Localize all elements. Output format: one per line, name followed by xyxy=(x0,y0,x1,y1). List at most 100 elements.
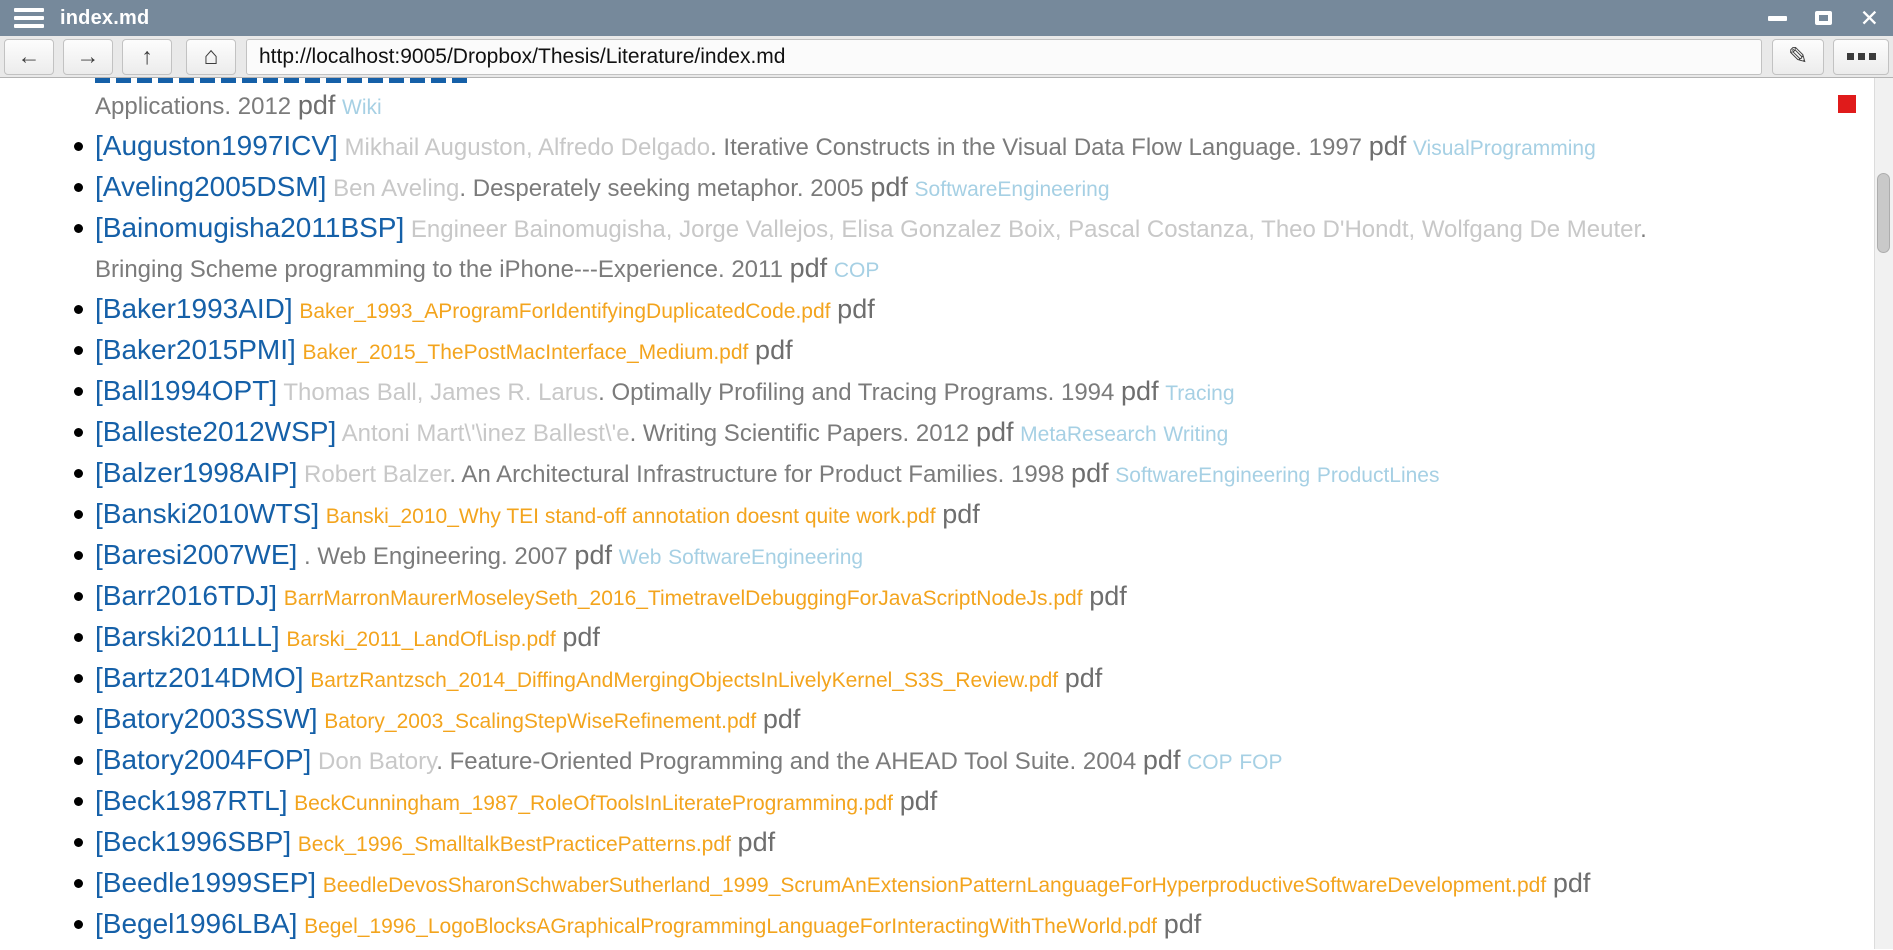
tag-link[interactable]: SoftwareEngineering xyxy=(915,178,1110,201)
authors-text: Ben Aveling xyxy=(333,175,459,202)
home-button[interactable]: ⌂ xyxy=(186,39,236,75)
pdf-link[interactable]: pdf xyxy=(298,90,336,120)
tag-link[interactable]: COP xyxy=(1187,751,1233,774)
pdf-link[interactable]: pdf xyxy=(870,172,908,202)
bibliography-entry: [Begel1996LBA] Begel_1996_LogoBlocksAGra… xyxy=(61,905,1853,946)
scrollbar-thumb[interactable] xyxy=(1877,173,1890,253)
window-controls: ✕ xyxy=(1768,0,1879,36)
tag-link[interactable]: ProductLines xyxy=(1317,464,1440,487)
tag-link[interactable]: Tracing xyxy=(1165,382,1234,405)
file-link[interactable]: BartzRantzsch_2014_DiffingAndMergingObje… xyxy=(310,669,1058,692)
pdf-link[interactable]: pdf xyxy=(976,417,1014,447)
url-input[interactable] xyxy=(246,39,1762,75)
pdf-link[interactable]: pdf xyxy=(1121,376,1159,406)
back-button[interactable]: ← xyxy=(4,39,54,75)
tag-link[interactable]: COP xyxy=(834,259,880,282)
authors-text: Don Batory xyxy=(318,748,436,775)
pdf-link[interactable]: pdf xyxy=(1369,131,1407,161)
bibliography-entry: [Baresi2007WE] . Web Engineering. 2007 p… xyxy=(61,536,1853,577)
pdf-link[interactable]: pdf xyxy=(790,253,828,283)
pdf-link[interactable]: pdf xyxy=(900,786,938,816)
citation-key-link[interactable]: [Balleste2012WSP] xyxy=(95,416,336,447)
file-link[interactable]: BeedleDevosSharonSchwaberSutherland_1999… xyxy=(323,874,1546,897)
menu-icon[interactable] xyxy=(14,8,44,28)
title-text: . Optimally Profiling and Tracing Progra… xyxy=(598,379,1114,406)
pdf-link[interactable]: pdf xyxy=(837,294,875,324)
close-icon[interactable]: ✕ xyxy=(1860,7,1879,30)
citation-key-link[interactable]: [Beck1987RTL] xyxy=(95,785,288,816)
file-link[interactable]: Baker_1993_AProgramForIdentifyingDuplica… xyxy=(299,300,830,323)
citation-key-link[interactable]: [Bainomugisha2011BSP] xyxy=(95,212,404,243)
file-link[interactable]: Banski_2010_Why TEI stand-off annotation… xyxy=(326,505,936,528)
citation-key-link[interactable]: [Auguston1997ICV] xyxy=(95,130,338,161)
bibliography-entry: [Aveling2005DSM] Ben Aveling. Desperatel… xyxy=(61,168,1853,209)
bibliography-entry: [Baker1993AID] Baker_1993_AProgramForIde… xyxy=(61,290,1853,331)
citation-key-link[interactable]: [Barski2011LL] xyxy=(95,621,280,652)
pdf-link[interactable]: pdf xyxy=(1071,458,1109,488)
title-text: . Feature-Oriented Programming and the A… xyxy=(436,748,1136,775)
window-title: index.md xyxy=(60,7,149,30)
citation-key-link[interactable]: [Barr2016TDJ] xyxy=(95,580,277,611)
citation-key-link[interactable]: [Aveling2005DSM] xyxy=(95,171,326,202)
bibliography-entry: [Ball1994OPT] Thomas Ball, James R. Laru… xyxy=(61,372,1853,413)
pdf-link[interactable]: pdf xyxy=(574,540,612,570)
title-text: . An Architectural Infrastructure for Pr… xyxy=(449,461,1064,488)
pdf-link[interactable]: pdf xyxy=(1143,745,1181,775)
tag-link[interactable]: VisualProgramming xyxy=(1413,137,1596,160)
tag-link[interactable]: Writing xyxy=(1163,423,1228,446)
bibliography-entry: [Beck1987RTL] BeckCunningham_1987_RoleOf… xyxy=(61,782,1853,823)
file-link[interactable]: BarrMarronMaurerMoseleySeth_2016_Timetra… xyxy=(284,587,1083,610)
edit-button[interactable]: ✎ xyxy=(1772,39,1824,75)
bibliography-entry: [Batory2003SSW] Batory_2003_ScalingStepW… xyxy=(61,700,1853,741)
title-text: . Web Engineering. 2007 xyxy=(304,543,568,570)
bibliography-entry: [Banski2010WTS] Banski_2010_Why TEI stan… xyxy=(61,495,1853,536)
authors-text: Thomas Ball, James R. Larus xyxy=(283,379,598,406)
citation-key-link[interactable]: [Batory2004FOP] xyxy=(95,744,311,775)
tag-link[interactable]: Web xyxy=(619,546,662,569)
maximize-icon[interactable] xyxy=(1815,11,1832,25)
citation-key-link[interactable]: [Batory2003SSW] xyxy=(95,703,318,734)
pdf-link[interactable]: pdf xyxy=(1164,909,1202,939)
pdf-link[interactable]: pdf xyxy=(942,499,980,529)
pencil-icon: ✎ xyxy=(1788,42,1808,71)
tag-link[interactable]: FOP xyxy=(1239,751,1282,774)
bibliography-entry: [Beedle1999SEP] BeedleDevosSharonSchwabe… xyxy=(61,864,1853,905)
tag-link[interactable]: MetaResearch xyxy=(1020,423,1157,446)
citation-key-link[interactable]: [Baker2015PMI] xyxy=(95,334,296,365)
pdf-link[interactable]: pdf xyxy=(1089,581,1127,611)
pdf-link[interactable]: pdf xyxy=(562,622,600,652)
pdf-link[interactable]: pdf xyxy=(738,827,776,857)
bibliography-document: Applications. 2012 pdf Wiki[Auguston1997… xyxy=(0,78,1893,949)
tag-link[interactable]: SoftwareEngineering xyxy=(668,546,863,569)
citation-key-link[interactable]: [Ball1994OPT] xyxy=(95,375,277,406)
forward-button[interactable]: → xyxy=(63,39,113,75)
pdf-link[interactable]: pdf xyxy=(1553,868,1591,898)
citation-key-link[interactable]: [Bartz2014DMO] xyxy=(95,662,304,693)
tag-link[interactable]: Wiki xyxy=(342,96,382,119)
citation-key-link[interactable]: [Banski2010WTS] xyxy=(95,498,319,529)
bibliography-entry: [Bekmann2009GWD] Bekmann. Google Wave Da… xyxy=(61,946,1853,949)
citation-key-link[interactable]: [Baker1993AID] xyxy=(95,293,293,324)
minimize-icon[interactable] xyxy=(1768,16,1787,21)
bibliography-entry: [Auguston1997ICV] Mikhail Auguston, Alfr… xyxy=(61,127,1853,168)
vertical-scrollbar[interactable] xyxy=(1874,78,1893,949)
file-link[interactable]: Begel_1996_LogoBlocksAGraphicalProgrammi… xyxy=(304,915,1157,938)
citation-key-link[interactable]: [Beck1996SBP] xyxy=(95,826,291,857)
citation-key-link[interactable]: [Begel1996LBA] xyxy=(95,908,297,939)
tag-link[interactable]: SoftwareEngineering xyxy=(1115,464,1310,487)
bibliography-entry: [Bainomugisha2011BSP] Engineer Bainomugi… xyxy=(61,209,1853,290)
file-link[interactable]: Baker_2015_ThePostMacInterface_Medium.pd… xyxy=(302,341,748,364)
pdf-link[interactable]: pdf xyxy=(755,335,793,365)
file-link[interactable]: Batory_2003_ScalingStepWiseRefinement.pd… xyxy=(324,710,756,733)
authors-text: Engineer Bainomugisha, Jorge Vallejos, E… xyxy=(411,216,1640,243)
file-link[interactable]: BeckCunningham_1987_RoleOfToolsInLiterat… xyxy=(294,792,893,815)
up-button[interactable]: ↑ xyxy=(122,39,172,75)
file-link[interactable]: Barski_2011_LandOfLisp.pdf xyxy=(286,628,555,651)
pdf-link[interactable]: pdf xyxy=(1065,663,1103,693)
citation-key-link[interactable]: [Beedle1999SEP] xyxy=(95,867,316,898)
citation-key-link[interactable]: [Balzer1998AIP] xyxy=(95,457,297,488)
pdf-link[interactable]: pdf xyxy=(763,704,801,734)
file-link[interactable]: Beck_1996_SmalltalkBestPracticePatterns.… xyxy=(298,833,731,856)
citation-key-link[interactable]: [Baresi2007WE] xyxy=(95,539,297,570)
more-options-button[interactable] xyxy=(1833,39,1889,75)
